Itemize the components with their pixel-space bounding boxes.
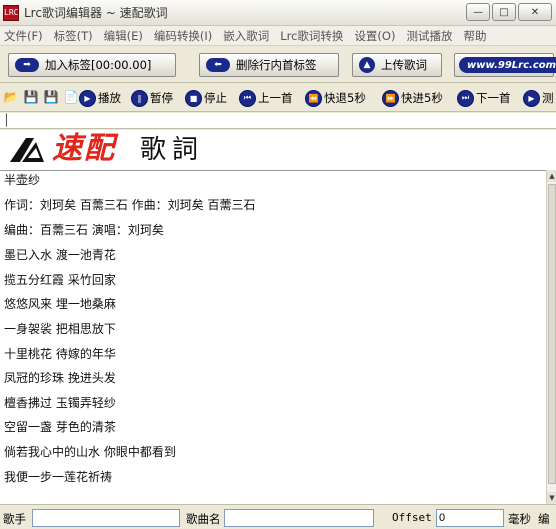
lyric-line[interactable]: 墨已入水 渡一池青花	[4, 248, 116, 262]
pause-icon: ‖	[131, 89, 148, 107]
play-button[interactable]: ▶ 播放	[79, 87, 121, 109]
scroll-up-icon[interactable]: ▲	[547, 170, 556, 182]
menu-test-play[interactable]: 测试播放	[402, 28, 459, 44]
singer-input[interactable]	[32, 509, 180, 527]
pause-button[interactable]: ‖ 暂停	[131, 87, 173, 109]
logo-banner: 速配 歌詞	[0, 130, 556, 170]
maximize-icon[interactable]: □	[492, 3, 516, 21]
minimize-icon[interactable]: —	[466, 3, 490, 21]
title-bar: LRC Lrc歌词编辑器 ~ 速配歌词 — □ ✕	[0, 0, 556, 26]
window-title: Lrc歌词编辑器 ~ 速配歌词	[24, 6, 168, 20]
play-label: 播放	[98, 91, 121, 105]
logo-mark-icon	[10, 138, 44, 162]
close-icon[interactable]: ✕	[518, 3, 552, 21]
status-bar: 歌手 歌曲名 Offset 毫秒 编	[0, 504, 556, 529]
lyric-line[interactable]: 空留一盏 芽色的清茶	[4, 420, 116, 434]
menu-encoding[interactable]: 编码转换(I)	[150, 28, 219, 44]
menu-help[interactable]: 帮助	[459, 28, 493, 44]
offset-input[interactable]	[436, 509, 504, 527]
website-button[interactable]: www.99Lrc.com	[454, 53, 556, 77]
delete-tag-button[interactable]: ⬅ 删除行内首标签	[199, 53, 339, 77]
rewind-button[interactable]: ⏪ 快退5秒	[305, 87, 366, 109]
rewind-label: 快退5秒	[324, 91, 366, 105]
menu-tag[interactable]: 标签(T)	[50, 28, 100, 44]
time-ruler[interactable]: │	[0, 113, 556, 129]
arrow-left-icon: ⬅	[206, 58, 230, 72]
test-label: 测	[542, 91, 554, 105]
menu-file[interactable]: 文件(F)	[0, 28, 50, 44]
stop-icon: ■	[185, 89, 202, 107]
ruler-cursor-icon[interactable]: │	[3, 115, 11, 127]
lyric-line[interactable]: 作词：刘珂矣 百薷三石 作曲：刘珂矣 百薷三石	[4, 198, 255, 212]
lyric-line[interactable]: 揽五分红霞 采竹回家	[4, 273, 116, 287]
delete-tag-label: 删除行内首标签	[236, 58, 317, 72]
logo-text-black: 歌詞	[140, 135, 205, 165]
forward-button[interactable]: ⏩ 快进5秒	[382, 87, 443, 109]
next-track-button[interactable]: ⏭ 下一首	[457, 87, 511, 109]
stop-button[interactable]: ■ 停止	[185, 87, 227, 109]
open-folder-icon[interactable]: 📂	[2, 88, 20, 106]
save-icon[interactable]: 💾	[22, 88, 40, 106]
logo-text-red: 速配	[52, 131, 116, 166]
menu-settings[interactable]: 设置(O)	[350, 28, 402, 44]
lyric-line[interactable]: 悠悠风来 埋一地桑麻	[4, 297, 116, 311]
skip-forward-icon: ⏭	[457, 89, 474, 107]
lyric-line[interactable]: 我便一步一莲花祈祷	[4, 470, 112, 484]
lyric-line[interactable]: 半壶纱	[4, 173, 40, 187]
lyric-line[interactable]: 一身袈裟 把相思放下	[4, 322, 116, 336]
prev-label: 上一首	[258, 91, 293, 105]
save-as-icon[interactable]: 💾	[42, 88, 60, 106]
document-icon[interactable]: 📄	[62, 88, 80, 106]
arrow-up-icon: ▲	[359, 57, 375, 73]
prev-track-button[interactable]: ⏮ 上一首	[239, 87, 293, 109]
app-icon: LRC	[3, 4, 19, 21]
add-tag-label: 加入标签[00:00.00]	[45, 58, 152, 72]
upload-button[interactable]: ▲ 上传歌词	[352, 53, 442, 77]
lyric-line[interactable]: 倘若我心中的山水 你眼中都看到	[4, 445, 176, 459]
add-tag-button[interactable]: ➡ 加入标签[00:00.00]	[8, 53, 176, 77]
milliseconds-label: 毫秒	[508, 512, 531, 526]
window-controls: — □ ✕	[466, 3, 552, 21]
vertical-scrollbar[interactable]: ▲ ▼	[546, 170, 556, 504]
test-button[interactable]: ▶ 测	[523, 87, 554, 109]
lyric-line[interactable]: 十里桃花 待嫁的年华	[4, 347, 116, 361]
lyric-line[interactable]: 檀香拂过 玉镯弄轻纱	[4, 396, 116, 410]
lyrics-editor[interactable]: 半壶纱 作词：刘珂矣 百薷三石 作曲：刘珂矣 百薷三石 编曲：百薷三石 演唱：刘…	[0, 170, 546, 504]
upload-label: 上传歌词	[381, 58, 427, 72]
pause-label: 暂停	[150, 91, 173, 105]
next-label: 下一首	[476, 91, 511, 105]
arrow-right-icon: ➡	[15, 58, 39, 72]
rewind-icon: ⏪	[305, 89, 322, 107]
scroll-thumb[interactable]	[548, 184, 556, 484]
menu-edit[interactable]: 编辑(E)	[100, 28, 150, 44]
edit-label: 编	[538, 512, 550, 526]
scroll-down-icon[interactable]: ▼	[547, 492, 556, 504]
playback-toolbar: 📂 💾 💾 📄 ▶ 播放 ‖ 暂停 ■ 停止 ⏮ 上一首 ⏪ 快退5秒 ⏩ 快进…	[0, 84, 556, 112]
lyric-line[interactable]: 凤冠的珍珠 挽进头发	[4, 371, 116, 385]
main-toolbar: ➡ 加入标签[00:00.00] ⬅ 删除行内首标签 ▲ 上传歌词 www.99…	[0, 47, 556, 83]
singer-label: 歌手	[3, 512, 26, 526]
song-name-input[interactable]	[224, 509, 374, 527]
menu-embed[interactable]: 嵌入歌词	[219, 28, 276, 44]
menu-bar: 文件(F) 标签(T) 编辑(E) 编码转换(I) 嵌入歌词 Lrc歌词转换 设…	[0, 26, 556, 46]
lyric-line[interactable]: 编曲：百薷三石 演唱：刘珂矣	[4, 223, 164, 237]
play-icon: ▶	[79, 89, 96, 107]
menu-lrc-convert[interactable]: Lrc歌词转换	[276, 28, 350, 44]
forward-label: 快进5秒	[401, 91, 443, 105]
skip-back-icon: ⏮	[239, 89, 256, 107]
stop-label: 停止	[204, 91, 227, 105]
fast-forward-icon: ⏩	[382, 89, 399, 107]
website-label: www.99Lrc.com	[459, 57, 556, 73]
play-circle-icon: ▶	[523, 89, 540, 107]
offset-label: Offset	[392, 511, 432, 524]
song-name-label: 歌曲名	[186, 512, 221, 526]
